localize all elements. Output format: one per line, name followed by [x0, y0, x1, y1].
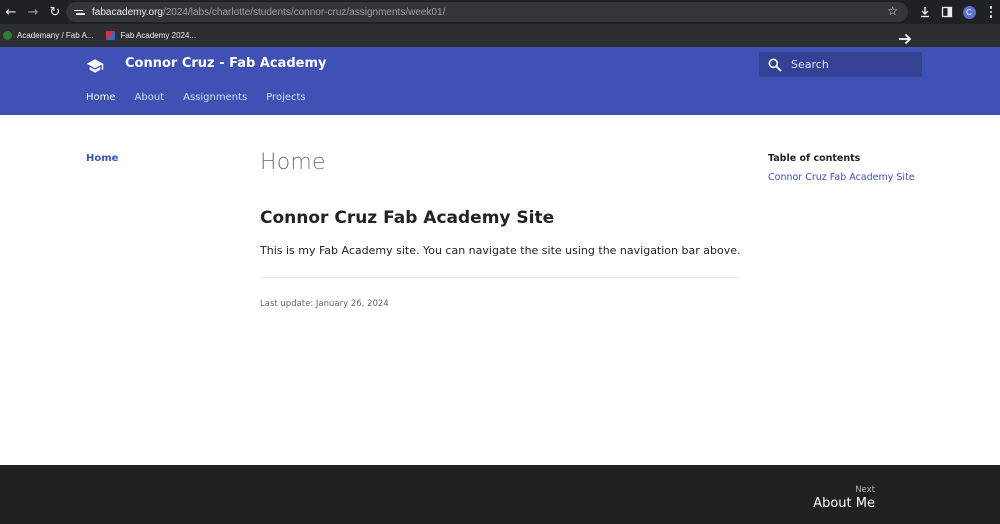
address-bar[interactable]: fabacademy.org/2024/labs/charlotte/stude…: [66, 2, 908, 22]
bookmarks-bar: Academany / Fab A... Fab Academy 2024...: [0, 24, 1000, 47]
site-settings-icon[interactable]: [74, 2, 88, 22]
back-arrow-icon[interactable]: ←: [0, 0, 22, 24]
body-paragraph: This is my Fab Academy site. You can nav…: [260, 244, 741, 257]
arrow-right-icon[interactable]: [897, 31, 913, 47]
browser-menu-icon[interactable]: [980, 0, 1000, 24]
bookmark-academany[interactable]: Academany / Fab A...: [3, 31, 93, 40]
tab-about[interactable]: About: [135, 92, 165, 103]
bookmark-fab-academy[interactable]: Fab Academy 2024...: [106, 31, 196, 40]
profile-avatar[interactable]: C: [958, 0, 980, 24]
academany-favicon-icon: [3, 31, 12, 40]
search-input[interactable]: [791, 58, 911, 71]
sidebar-item-home[interactable]: Home: [86, 153, 118, 164]
toc-link[interactable]: Connor Cruz Fab Academy Site: [768, 172, 915, 183]
nav-tabs: Home About Assignments Projects: [86, 92, 306, 103]
browser-toolbar: ← → ↻ fabacademy.org/2024/labs/charlotte…: [0, 0, 1000, 24]
page-title: Home: [260, 150, 326, 175]
reload-icon[interactable]: ↻: [44, 0, 66, 24]
search-box[interactable]: [759, 52, 922, 77]
last-update-text: Last update: January 26, 2024: [260, 299, 389, 309]
site-header: Connor Cruz - Fab Academy Home About Ass…: [0, 47, 1000, 115]
footer: Next About Me: [0, 465, 1000, 524]
bookmark-star-icon[interactable]: ☆: [887, 4, 898, 18]
forward-arrow-icon[interactable]: →: [22, 0, 44, 24]
tab-assignments[interactable]: Assignments: [183, 92, 247, 103]
section-heading: Connor Cruz Fab Academy Site: [260, 208, 555, 228]
tab-home[interactable]: Home: [86, 92, 116, 103]
site-title[interactable]: Connor Cruz - Fab Academy: [125, 56, 326, 71]
tab-projects[interactable]: Projects: [266, 92, 305, 103]
next-label: Next: [855, 485, 875, 495]
content-divider: [260, 277, 740, 278]
next-page-link[interactable]: About Me: [813, 496, 875, 511]
download-icon[interactable]: [914, 0, 936, 24]
side-panel-icon[interactable]: [936, 0, 958, 24]
url-text[interactable]: fabacademy.org/2024/labs/charlotte/stude…: [92, 7, 445, 18]
fab-academy-favicon-icon: [106, 31, 116, 40]
toc-title: Table of contents: [768, 153, 861, 164]
graduation-cap-icon[interactable]: [86, 57, 104, 75]
search-icon: [768, 58, 782, 72]
